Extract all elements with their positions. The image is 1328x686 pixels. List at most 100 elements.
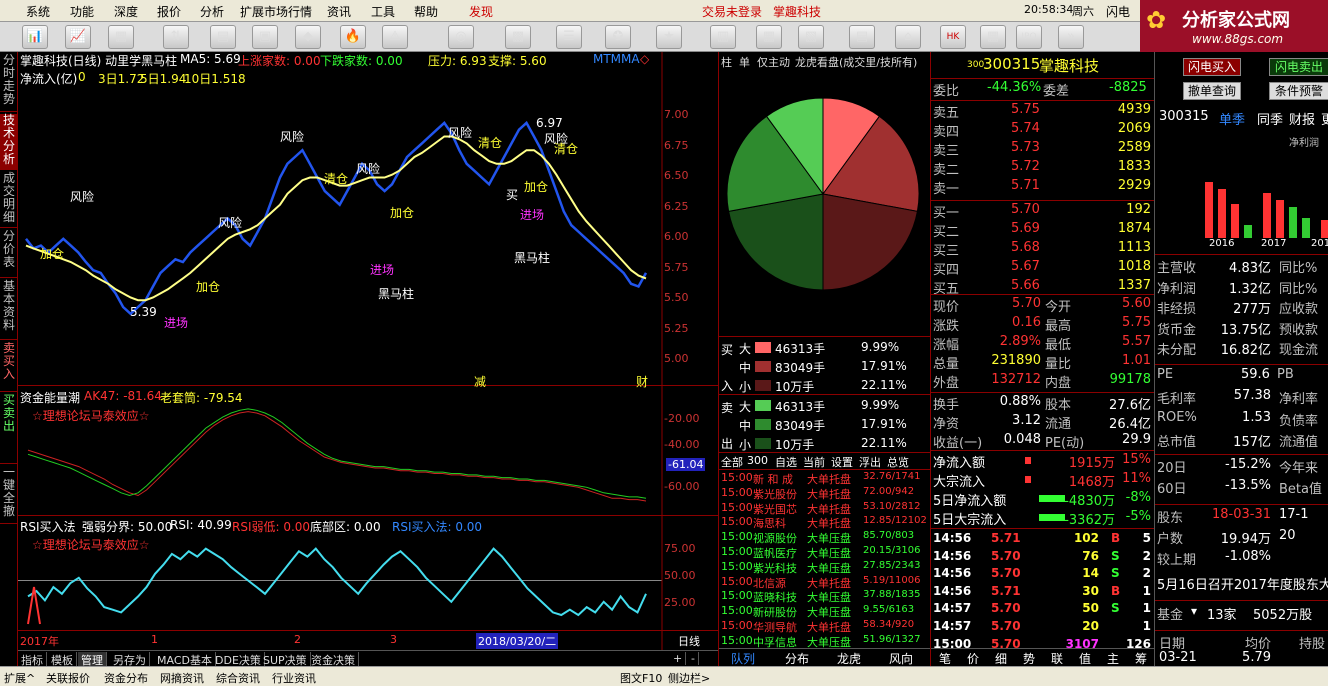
target-icon[interactable]: ◎ [448,25,474,49]
vtab-trade-detail[interactable]: 成交明细 [0,172,18,228]
list-tab-float[interactable]: 浮出 [859,454,881,470]
status-f10[interactable]: 图文F10 [620,670,662,686]
ask-row[interactable]: 卖一 5.71 2929 [931,177,1155,197]
quote-tab[interactable]: 势 [1023,650,1035,667]
trend-icon[interactable]: 📈 [65,25,91,49]
menu-discover[interactable]: 发现 [469,3,493,20]
ask-row[interactable]: 卖三 5.73 2589 [931,139,1155,159]
quote-tab[interactable]: 价 [967,650,979,667]
menu-tools[interactable]: 工具 [371,3,395,20]
menu-news[interactable]: 资讯 [327,3,351,20]
doc-icon[interactable]: ▤ [849,25,875,49]
list-tab-all[interactable]: 全部 [721,454,743,470]
status-general-news[interactable]: 综合资讯 [216,670,260,686]
compare-icon[interactable]: ⇅ [163,25,189,49]
cart-icon[interactable]: ▥ [710,25,736,49]
status-industry-news[interactable]: 行业资讯 [272,670,316,686]
ptab-distribution[interactable]: 分布 [785,650,809,667]
vtab-buy[interactable]: 卖买入 [0,342,18,392]
bid-row[interactable]: 买一 5.70 192 [931,201,1155,221]
condition-alert-button[interactable]: 条件预警 [1269,82,1328,100]
tab-bar[interactable]: 柱 [721,54,732,70]
vtab-sell[interactable]: 买卖出 [0,394,18,464]
diamond-icon[interactable]: ◇ [640,52,649,66]
ptab-dragon[interactable]: 龙虎 [837,650,861,667]
flash-sell-button[interactable]: 闪电卖出 [1269,58,1328,76]
sector-icon[interactable]: ▤ [210,25,236,49]
annotation-clear: 清仓 [324,172,349,186]
bid-row[interactable]: 买四 5.67 1018 [931,258,1155,278]
star-icon[interactable]: ★ [656,25,682,49]
menu-depth[interactable]: 深度 [114,3,138,20]
dropdown-arrow-icon[interactable]: ▾ [1191,604,1197,618]
ranking-icon[interactable]: ☰ [556,25,582,49]
more-icon[interactable]: » [1058,25,1084,49]
list-tab-settings[interactable]: 设置 [831,454,853,470]
fin-tab-same-quarter[interactable]: 同季 [1257,109,1283,128]
bid-row[interactable]: 买三 5.68 1113 [931,239,1155,259]
quote-tab[interactable]: 笔 [939,650,951,667]
menu-function[interactable]: 功能 [70,3,94,20]
fin-tab-report[interactable]: 财报 [1289,109,1315,128]
ask-row[interactable]: 卖二 5.72 1833 [931,158,1155,178]
window-icon[interactable]: ▣ [252,25,278,49]
menu-analysis[interactable]: 分析 [200,3,224,20]
status-sidebar[interactable]: 侧边栏> [668,670,710,686]
list-tab-current[interactable]: 当前 [803,454,825,470]
list-tab-watchlist[interactable]: 自选 [775,454,797,470]
fin-tab-quarter[interactable]: 单季 [1219,109,1245,128]
bid-row[interactable]: 买二 5.69 1874 [931,220,1155,240]
ask-row[interactable]: 卖五 5.75 4939 [931,101,1155,121]
quote-tab[interactable]: 筹 [1135,650,1147,667]
menu-quote[interactable]: 报价 [157,3,181,20]
calendar2-icon[interactable]: ▦ [980,25,1006,49]
list-tab-overview[interactable]: 总览 [887,454,909,470]
quote-tab[interactable]: 联 [1051,650,1063,667]
report-icon[interactable]: ▦ [756,25,782,49]
quote-tab[interactable]: 主 [1107,650,1119,667]
stat-label: 今开 [1045,300,1072,315]
hk-icon[interactable]: HK [940,25,966,49]
hot-icon[interactable]: 🔥 [340,25,366,49]
vtab-technical[interactable]: 技术分析 [0,114,18,170]
tab-active-only[interactable]: 仅主动 [757,54,790,70]
tab-dragon-tiger[interactable]: 龙虎看盘(成交里/技所有) [795,54,917,70]
vtab-intraday[interactable]: 分时走势 [0,54,18,112]
flash-buy-button[interactable]: 闪电买入 [1183,58,1241,76]
medal-icon[interactable]: ✪ [605,25,631,49]
login-status[interactable]: 交易未登录 [702,3,762,20]
vtab-basic-info[interactable]: 基本资料 [0,280,18,340]
dde-icon[interactable]: ◆ [295,25,321,49]
bar-chart-icon[interactable]: 📊 [22,25,48,49]
bank-icon[interactable]: ⌂ [895,25,921,49]
zoom-in-button[interactable]: + [670,652,687,665]
ipo-icon[interactable]: IPO [1016,25,1042,49]
quote-tab[interactable]: 值 [1079,650,1091,667]
menu-extended-market[interactable]: 扩展市场行情 [240,3,312,20]
status-expand[interactable]: 扩展^ [4,670,35,686]
menu-help[interactable]: 帮助 [414,3,438,20]
menu-system[interactable]: 系统 [26,3,50,20]
vtab-price-table[interactable]: 分价表 [0,230,18,278]
period-label[interactable]: 日线 [678,633,700,649]
chart2-icon[interactable]: ▧ [798,25,824,49]
tab-single[interactable]: 单 [739,54,750,70]
ptab-queue[interactable]: 队列 [731,650,755,667]
status-fund-distribution[interactable]: 资金分布 [104,670,148,686]
fund-count: 13家 [1207,608,1237,623]
fin-notice[interactable]: 5月16日召开2017年度股东大 [1157,574,1328,593]
calendar-icon[interactable]: ▩ [505,25,531,49]
vtab-cancel-all[interactable]: 一键全撤 [0,466,18,524]
list-tab-300[interactable]: 300 [747,454,768,467]
fin-tab-more[interactable]: 更 [1321,109,1328,128]
zoom-out-button[interactable]: - [688,652,699,665]
flash-menu[interactable]: 闪电 [1106,3,1130,20]
cancel-query-button[interactable]: 撤单查询 [1183,82,1241,100]
status-related-quote[interactable]: 关联报价 [46,670,90,686]
grid-icon[interactable]: ▦ [108,25,134,49]
ptab-wind[interactable]: 风向 [889,650,913,667]
status-web-news[interactable]: 网摘资讯 [160,670,204,686]
ask-row[interactable]: 卖四 5.74 2069 [931,120,1155,140]
alert-icon[interactable]: ⚠ [382,25,408,49]
quote-tab[interactable]: 细 [995,650,1007,667]
